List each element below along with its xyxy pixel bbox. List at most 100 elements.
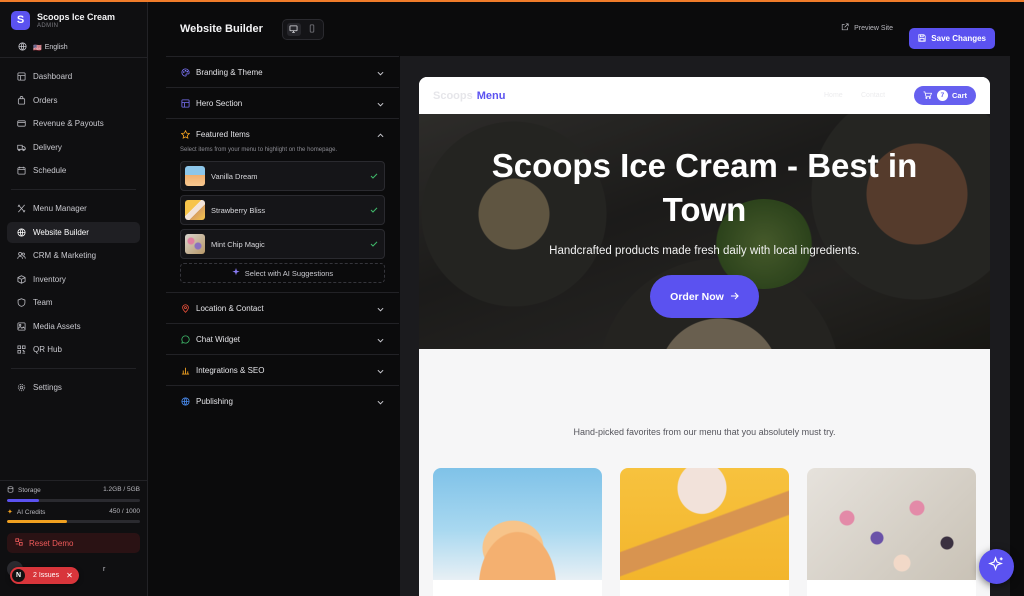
accordion-label: Publishing <box>196 397 233 406</box>
bar-chart-icon <box>180 365 190 375</box>
accordion-branding[interactable]: Branding & Theme <box>166 57 399 88</box>
sidebar-item-menu-manager[interactable]: Menu Manager <box>7 198 140 219</box>
accordion-label: Branding & Theme <box>196 67 263 77</box>
sidebar-item-label: Dashboard <box>33 72 73 81</box>
sidebar-item-delivery[interactable]: Delivery <box>7 137 140 158</box>
site-menu-link[interactable]: Menu <box>477 90 506 102</box>
image-icon <box>16 321 26 331</box>
sidebar-item-website-builder[interactable]: Website Builder <box>7 221 140 243</box>
sidebar-item-dashboard[interactable]: Dashboard <box>7 66 140 87</box>
monitor-icon <box>289 20 298 38</box>
featured-item-vanilla[interactable]: Vanilla Dream <box>180 161 385 191</box>
bag-icon <box>16 95 26 105</box>
accordion-publishing[interactable]: Publishing <box>166 386 399 417</box>
reset-icon <box>15 538 23 548</box>
accordion-hero[interactable]: Hero Section <box>166 88 399 119</box>
accordion-label: Chat Widget <box>196 334 241 344</box>
item-name: Vanilla Dream <box>211 171 258 181</box>
chevron-down-icon <box>377 69 384 78</box>
item-thumbnail <box>185 200 205 220</box>
storage-bar-fill <box>7 499 39 502</box>
sidebar-item-settings[interactable]: Settings <box>7 377 140 398</box>
item-name: Strawberry Bliss <box>211 205 266 215</box>
qr-icon <box>16 345 26 355</box>
site-nav-link[interactable]: Contact <box>861 92 885 99</box>
sidebar-item-label: Website Builder <box>33 227 89 237</box>
close-icon[interactable]: ✕ <box>66 571 73 580</box>
sidebar-item-label: QR Hub <box>33 345 62 354</box>
reset-demo-button[interactable]: Reset Demo <box>7 533 140 553</box>
sidebar-item-revenue[interactable]: Revenue & Payouts <box>7 113 140 134</box>
accordion-label: Featured Items <box>196 130 250 139</box>
sidebar-item-label: Media Assets <box>33 321 81 331</box>
cart-button[interactable]: 7 Cart <box>913 86 976 105</box>
hero-subtitle: Handcrafted products made fresh daily wi… <box>549 245 860 257</box>
sidebar-item-inventory[interactable]: Inventory <box>7 269 140 290</box>
ai-credits-meter: ✦ AI Credits 450 / 1000 <box>7 508 140 523</box>
product-card[interactable] <box>433 468 602 596</box>
featured-items-section: Featured Items Select items from your me… <box>166 119 399 293</box>
sidebar-item-label: Menu Manager <box>33 204 87 213</box>
product-card[interactable] <box>807 468 976 596</box>
storage-bar <box>7 499 140 502</box>
save-changes-label: Save Changes <box>931 34 986 43</box>
reset-demo-label: Reset Demo <box>29 538 74 548</box>
sidebar-item-crm[interactable]: CRM & Marketing <box>7 245 140 266</box>
hero-title: Scoops Ice Cream - Best in Town <box>491 147 918 228</box>
external-link-icon <box>841 23 854 33</box>
accordion-integrations[interactable]: Integrations & SEO <box>166 355 399 386</box>
accordion-chat[interactable]: Chat Widget <box>166 324 399 355</box>
order-now-label: Order Now <box>670 290 724 303</box>
sidebar-item-orders[interactable]: Orders <box>7 90 140 111</box>
site-nav-link[interactable]: Home <box>824 92 843 99</box>
save-icon <box>918 33 931 44</box>
preview-site-link[interactable]: Preview Site <box>841 23 893 33</box>
desktop-view-button[interactable] <box>286 20 301 38</box>
gear-icon <box>16 383 26 393</box>
sidebar-item-media[interactable]: Media Assets <box>7 316 140 337</box>
ai-credits-bar <box>7 520 140 523</box>
ai-assistant-button[interactable] <box>979 549 1014 584</box>
ai-suggestions-button[interactable]: Select with AI Suggestions <box>180 263 385 283</box>
save-changes-button[interactable]: Save Changes <box>909 28 995 49</box>
chevron-down-icon <box>377 100 384 109</box>
site-logo[interactable]: Scoops <box>433 90 473 102</box>
accordion-location[interactable]: Location & Contact <box>166 293 399 324</box>
featured-item-strawberry[interactable]: Strawberry Bliss <box>180 195 385 225</box>
product-image <box>807 468 976 580</box>
chevron-down-icon <box>377 398 384 407</box>
accordion-label: Hero Section <box>196 98 243 108</box>
sidebar-item-schedule[interactable]: Schedule <box>7 160 140 181</box>
brand-header[interactable]: S Scoops Ice Cream ADMIN <box>0 2 147 38</box>
product-card[interactable] <box>620 468 789 596</box>
database-icon <box>7 486 14 495</box>
hero-section: Scoops Ice Cream - Best in Town Handcraf… <box>419 114 990 349</box>
star-icon <box>180 130 190 140</box>
check-icon <box>370 206 378 215</box>
sidebar-item-label: Revenue & Payouts <box>33 119 104 128</box>
mobile-view-button[interactable] <box>305 23 319 36</box>
accordion-featured[interactable]: Featured Items <box>166 119 399 150</box>
ai-credits-value: 450 / 1000 <box>109 508 140 515</box>
chevron-down-icon <box>377 367 384 376</box>
truck-icon <box>16 142 26 152</box>
palette-icon <box>180 67 190 77</box>
nav-divider <box>11 368 136 369</box>
nav-divider <box>11 189 136 190</box>
brand-name: Scoops Ice Cream <box>37 11 116 22</box>
sidebar-item-team[interactable]: Team <box>7 292 140 313</box>
arrow-right-icon <box>724 291 739 303</box>
sparkle-icon <box>232 268 245 278</box>
featured-item-mint[interactable]: Mint Chip Magic <box>180 229 385 259</box>
storage-value: 1.2GB / 5GB <box>103 486 140 493</box>
site-navbar: Scoops Menu Home Contact 7 Cart <box>419 77 990 114</box>
sidebar-item-qr[interactable]: QR Hub <box>7 339 140 360</box>
language-selector[interactable]: 🇺🇸 English <box>0 38 147 58</box>
issues-badge[interactable]: N 2 Issues ✕ <box>10 567 79 584</box>
accordion-label: Integrations & SEO <box>196 365 265 375</box>
order-now-button[interactable]: Order Now <box>650 275 759 318</box>
site-preview-area: Scoops Menu Home Contact 7 Cart Scoops I… <box>400 56 1010 596</box>
brand-role: ADMIN <box>37 22 59 29</box>
cart-icon <box>923 90 933 101</box>
users-icon <box>16 251 26 261</box>
